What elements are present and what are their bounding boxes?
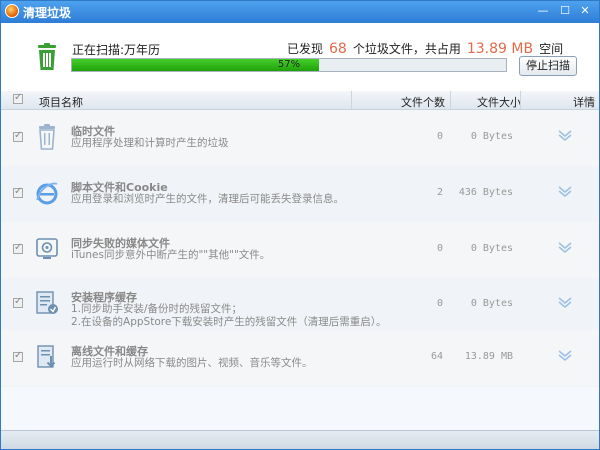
trash-icon (38, 43, 56, 70)
row-description: 应用登录和浏览时产生的文件，清理后可能丢失登录信息。 (71, 193, 344, 205)
row-description-line-1: 1.同步助手安装/备份时的残留文件； (71, 303, 243, 315)
found-middle: 个垃圾文件，共占用 (352, 42, 461, 56)
found-count: 68 (329, 41, 347, 57)
header-detail: 详情 (573, 96, 595, 109)
row-checkbox[interactable] (13, 130, 23, 142)
stop-scan-button[interactable]: 停止扫描 (519, 56, 577, 76)
row-file-count: 0 (436, 243, 443, 254)
header-divider (450, 91, 451, 109)
row-file-count: 0 (436, 298, 443, 309)
app-logo-icon (5, 4, 19, 18)
window-title: 清理垃圾 (23, 6, 72, 20)
row-file-size: 0 Bytes (470, 298, 513, 309)
found-summary: 已发现 68 个垃圾文件，共占用 13.89 MB 空间 (287, 40, 563, 57)
list-item-installer-cache[interactable]: 安装程序缓存 1.同步助手安装/备份时的残留文件； 2.在设备的AppStore… (1, 278, 599, 331)
found-suffix: 空间 (539, 42, 564, 56)
found-size: 13.89 MB (466, 41, 534, 57)
cleanup-window: 清理垃圾 — ☐ ✕ 正在扫描:万年历 已发现 68 个垃圾文件，共占用 13.89 … (0, 0, 600, 450)
chevron-down-icon[interactable] (557, 129, 573, 141)
chevron-down-icon[interactable] (557, 296, 573, 308)
row-checkbox[interactable] (13, 186, 23, 198)
installer-cache-icon (36, 291, 58, 314)
row-file-size: 436 Bytes (458, 187, 513, 198)
scan-progress-bar: 57% (71, 58, 507, 72)
chevron-down-icon[interactable] (557, 241, 573, 253)
header-divider (520, 91, 521, 109)
row-file-count: 2 (436, 187, 443, 198)
list-item-temp-files[interactable]: 临时文件 应用程序处理和计算时产生的垃圾 0 0 Bytes (1, 110, 599, 167)
progress-text: 57% (277, 59, 301, 70)
row-file-size: 13.89 MB (464, 351, 513, 362)
offline-download-icon (37, 345, 56, 368)
ie-browser-icon (36, 182, 58, 205)
status-bar (1, 430, 599, 449)
chevron-down-icon[interactable] (557, 185, 573, 197)
header-size: 文件大小 (477, 96, 521, 109)
chevron-down-icon[interactable] (557, 349, 573, 361)
row-file-count: 64 (430, 351, 443, 362)
media-sync-icon (36, 238, 58, 259)
list-item-scripts-cookies[interactable]: 脚本文件和Cookie 应用登录和浏览时产生的文件，清理后可能丢失登录信息。 2… (1, 166, 599, 223)
scan-header: 正在扫描:万年历 已发现 68 个垃圾文件，共占用 13.89 MB 空间 57% 停止… (1, 23, 599, 92)
table-header: 项目名称 文件个数 文件大小 详情 (1, 91, 599, 110)
row-file-size: 0 Bytes (470, 131, 513, 142)
trash-icon (39, 124, 55, 150)
header-name: 项目名称 (39, 96, 83, 109)
row-file-size: 0 Bytes (470, 243, 513, 254)
scan-status: 正在扫描:万年历 (72, 43, 161, 57)
row-description-line-2: 2.在设备的AppStore下载安装时产生的残留文件（清理后需重启）。 (71, 316, 387, 328)
minimize-icon[interactable]: — (535, 3, 551, 19)
row-description: iTunes同步意外中断产生的""其他""文件。 (71, 249, 271, 261)
title-bar: 清理垃圾 — ☐ ✕ (1, 1, 599, 23)
row-checkbox[interactable] (13, 296, 23, 308)
select-all-checkbox[interactable] (13, 92, 23, 104)
row-checkbox[interactable] (13, 350, 23, 362)
found-prefix: 已发现 (287, 42, 324, 56)
close-icon[interactable]: ✕ (577, 3, 593, 19)
row-description: 应用运行时从网络下载的图片、视频、音乐等文件。 (71, 357, 313, 369)
list-item-failed-media-sync[interactable]: 同步失败的媒体文件 iTunes同步意外中断产生的""其他""文件。 0 0 B… (1, 222, 599, 279)
list-item-offline-files[interactable]: 离线文件和缓存 应用运行时从网络下载的图片、视频、音乐等文件。 64 13.89… (1, 330, 599, 387)
header-count: 文件个数 (401, 96, 445, 109)
maximize-icon[interactable]: ☐ (557, 3, 573, 19)
row-file-count: 0 (436, 131, 443, 142)
header-divider (351, 91, 352, 109)
row-description: 应用程序处理和计算时产生的垃圾 (71, 137, 229, 149)
row-checkbox[interactable] (13, 242, 23, 254)
